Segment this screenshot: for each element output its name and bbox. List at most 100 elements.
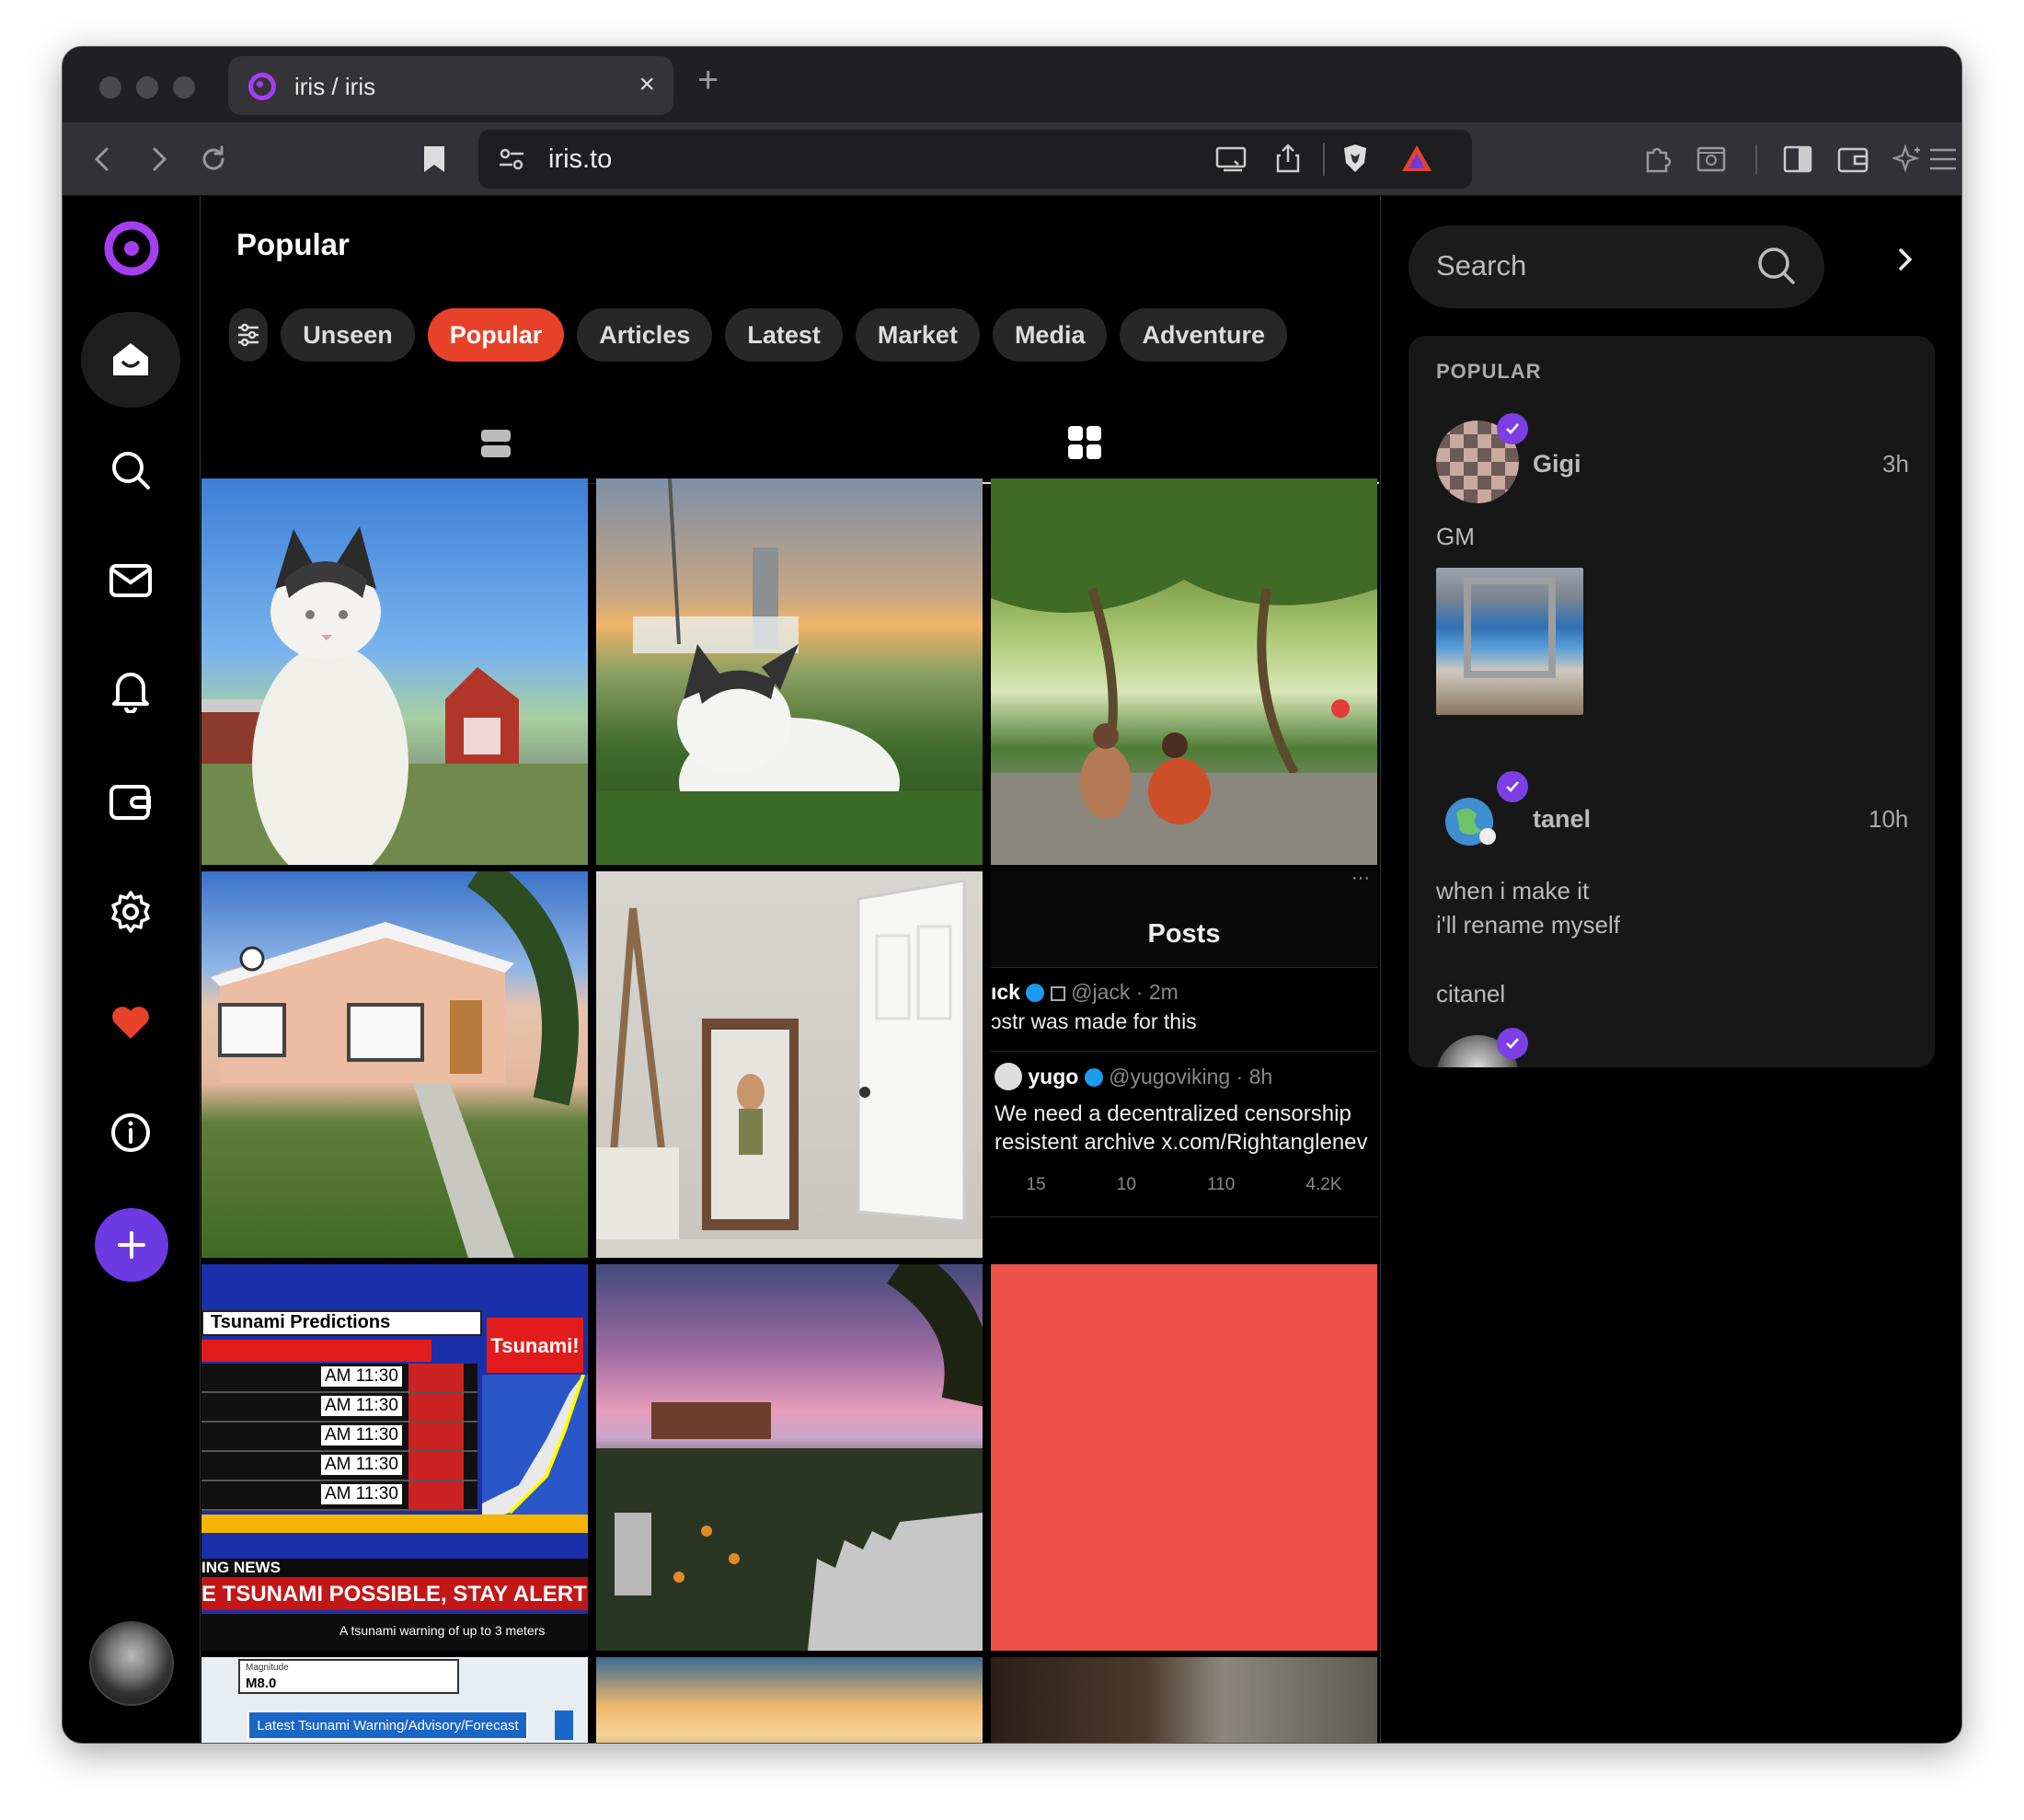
tsunami-badge: Tsunami! [487,1318,583,1373]
tab-close-button[interactable]: × [638,69,655,100]
chip-media[interactable]: Media [992,308,1108,362]
nav-about[interactable] [81,1085,180,1181]
embedded-post-2: yugo @yugoviking · 8h [995,1063,1272,1090]
address-bar[interactable]: iris.to [478,130,1472,189]
media-golden-sky[interactable] [596,1657,983,1743]
bookmark-icon[interactable] [414,139,454,179]
nav-settings[interactable] [81,864,180,960]
tsunami-ticker: A tsunami warning of up to 3 meters [201,1614,588,1651]
post-image[interactable] [1436,568,1583,715]
wallet-icon[interactable] [1833,139,1873,179]
verified-icon [1497,413,1528,444]
tab-grid-view[interactable] [790,403,1379,484]
media-garden-couple[interactable] [991,478,1377,865]
chip-articles[interactable]: Articles [577,308,713,362]
back-icon[interactable] [83,139,123,179]
chip-popular[interactable]: Popular [427,308,565,362]
forecast-button: Latest Tsunami Warning/Advisory/Forecast [247,1711,528,1740]
popular-panel: POPULAR Gigi 3h GM tanel 10h when i make… [1409,336,1935,1067]
chip-adventure[interactable]: Adventure [1120,308,1287,362]
media-cat-field[interactable] [596,478,983,865]
media-pink-house[interactable] [201,871,588,1258]
posts-header: Posts [1147,919,1221,949]
sidebar-toggle-icon[interactable] [1777,139,1818,179]
media-grid: Posts ··· ıck @jack · 2m ɔstr was made f… [201,478,1379,1743]
close-window-button[interactable] [99,76,121,98]
brave-rewards-icon[interactable] [1400,143,1433,179]
post-time: 3h [1882,450,1909,478]
iris-favicon-icon [248,73,276,100]
tab-title: iris / iris [294,73,376,100]
chip-latest[interactable]: Latest [725,308,843,362]
reader-mode-icon[interactable] [1691,139,1731,179]
grid-view-icon [1068,426,1101,459]
wallet-icon [109,785,151,820]
forward-icon[interactable] [138,139,178,179]
minimize-window-button[interactable] [136,76,158,98]
nav-notifications[interactable] [81,643,180,739]
garden-photo [991,478,1377,865]
chevron-right-icon[interactable] [1896,248,1915,279]
mail-icon [109,564,152,597]
nav-support[interactable] [81,974,180,1070]
heart-icon [112,1007,149,1039]
sidebar-search [1409,225,1824,308]
cat-field-photo [596,478,983,865]
chip-unseen[interactable]: Unseen [281,308,415,362]
media-posts-screenshot[interactable]: Posts ··· ıck @jack · 2m ɔstr was made f… [991,871,1377,1258]
tsunami-breaking: ING NEWS [201,1559,588,1577]
media-red-block[interactable] [991,1264,1377,1651]
cast-icon[interactable] [1214,144,1248,179]
menu-icon[interactable] [1923,139,1961,179]
extensions-icon[interactable] [1638,139,1678,179]
embedded-post-2-line2: resistent archive x.com/Rightanglenev [995,1130,1368,1155]
embedded-post-1-text: ɔstr was made for this [991,1009,1197,1033]
window-controls [99,76,195,98]
post-text-line: citanel [1436,980,1506,1008]
embedded-post-stats: 15 10 110 4.2K [991,1175,1377,1195]
media-sunset-farm[interactable] [596,1264,983,1651]
bell-icon [112,673,149,713]
chip-market[interactable]: Market [855,308,980,362]
url-text: iris.to [548,144,613,174]
media-dark-photo[interactable] [991,1657,1377,1743]
media-tsunami-broadcast[interactable]: Tsunami Predictions Tsunami! AM 11:30 AM… [201,1264,588,1651]
browser-toolbar: iris.to [63,122,1961,196]
sunset-photo [596,1264,983,1651]
search-icon[interactable] [1756,246,1797,286]
nav-wallet[interactable] [81,754,180,849]
tsunami-banner: E TSUNAMI POSSIBLE, STAY ALERT [201,1577,588,1610]
nav-messages[interactable] [81,533,180,628]
user-avatar[interactable] [89,1621,174,1706]
post-text-line: when i make it [1436,877,1590,904]
post-author[interactable]: Gigi [1533,450,1581,478]
brave-shield-icon[interactable] [1341,143,1369,179]
new-tab-button[interactable]: + [697,60,719,101]
iris-logo-icon[interactable] [103,220,160,282]
media-mirror-selfie[interactable] [596,871,983,1258]
media-magnitude-map[interactable]: Magnitude M8.0 Latest Tsunami Warning/Ad… [201,1657,588,1743]
maximize-window-button[interactable] [173,76,195,98]
nav-search[interactable] [81,422,180,518]
mirror-photo [596,879,983,1258]
magnitude-box: Magnitude M8.0 [238,1659,459,1694]
search-icon [112,452,150,490]
post-author[interactable]: tanel [1533,805,1591,834]
tab-list-view[interactable] [201,403,790,484]
yugo-avatar [995,1063,1022,1090]
gear-icon [111,891,150,933]
compose-button[interactable] [95,1208,168,1282]
browser-tab[interactable]: iris / iris × [228,56,673,115]
house-photo [211,871,579,1258]
reload-icon[interactable] [193,139,234,179]
nav-home[interactable] [81,312,180,408]
site-settings-icon[interactable] [497,144,526,179]
verified-icon [1026,984,1045,1002]
popular-panel-title: POPULAR [1436,360,1542,383]
filter-settings-button[interactable] [229,308,269,362]
media-cat-barn[interactable] [201,478,588,865]
search-input[interactable] [1436,248,1740,284]
verified-icon [1084,1068,1103,1087]
share-icon[interactable] [1275,143,1301,179]
sliders-icon [238,323,259,347]
